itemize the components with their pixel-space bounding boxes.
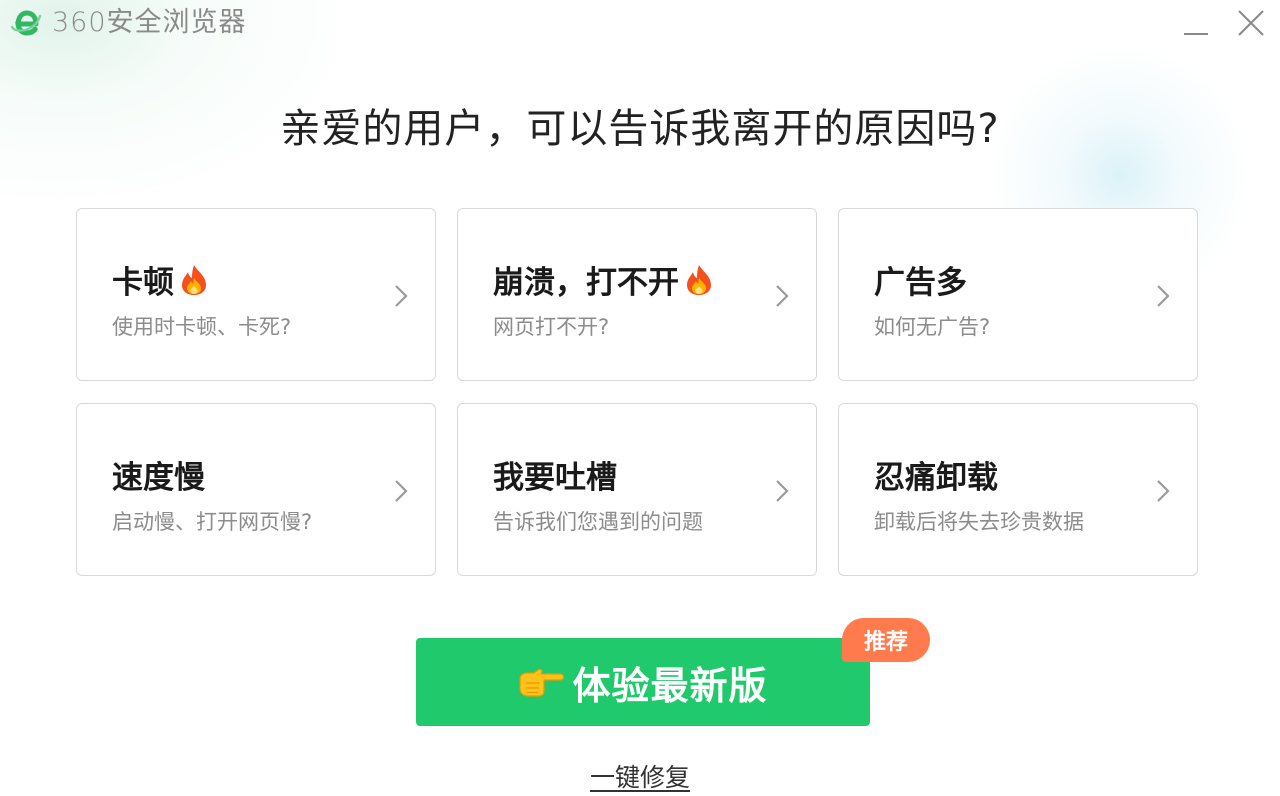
fire-icon — [687, 264, 711, 295]
chevron-right-icon — [1157, 285, 1170, 307]
reason-desc: 如何无广告? — [874, 315, 991, 339]
page-title: 亲爱的用户，可以告诉我离开的原因吗? — [280, 106, 1000, 152]
recommend-badge: 推荐 — [842, 618, 930, 662]
title-bar: 360安全浏览器 — [0, 0, 1280, 46]
reason-title: 广告多 — [874, 265, 967, 301]
reason-card-feedback[interactable]: 我要吐槽 告诉我们您遇到的问题 — [457, 403, 817, 576]
cta-label: 体验最新版 — [572, 663, 768, 708]
chevron-right-icon — [395, 480, 408, 502]
chevron-right-icon — [776, 480, 789, 502]
reason-card-uninstall[interactable]: 忍痛卸载 卸载后将失去珍贵数据 — [838, 403, 1198, 576]
reason-title: 我要吐槽 — [493, 460, 617, 496]
reason-desc: 卸载后将失去珍贵数据 — [874, 510, 1084, 534]
reason-title: 崩溃，打不开 — [493, 265, 679, 301]
uninstall-survey-window: 360安全浏览器 亲爱的用户，可以告诉我离开的原因吗? 卡顿 使用时卡顿、卡死? — [0, 0, 1280, 796]
app-title: 360安全浏览器 — [52, 7, 247, 38]
reason-title: 速度慢 — [112, 460, 205, 496]
reason-desc: 告诉我们您遇到的问题 — [493, 510, 703, 534]
reason-desc: 网页打不开? — [493, 315, 610, 339]
reason-card-crash[interactable]: 崩溃，打不开 网页打不开? — [457, 208, 817, 381]
reason-title: 卡顿 — [112, 265, 174, 301]
fire-icon — [182, 264, 206, 295]
reason-grid: 卡顿 使用时卡顿、卡死? 崩溃，打不开 网页打不开? 广告多 如何无广告? 速度… — [76, 208, 1198, 576]
pointing-hand-icon — [519, 668, 565, 697]
reason-card-lag[interactable]: 卡顿 使用时卡顿、卡死? — [76, 208, 436, 381]
chevron-right-icon — [1157, 480, 1170, 502]
reason-desc: 启动慢、打开网页慢? — [112, 510, 313, 534]
reason-title: 忍痛卸载 — [874, 460, 998, 496]
minimize-icon[interactable] — [1178, 6, 1214, 40]
chevron-right-icon — [776, 285, 789, 307]
reason-desc: 使用时卡顿、卡死? — [112, 315, 292, 339]
one-click-repair-link[interactable]: 一键修复 — [590, 763, 690, 792]
reason-card-ads[interactable]: 广告多 如何无广告? — [838, 208, 1198, 381]
try-latest-version-button[interactable]: 体验最新版 — [416, 638, 870, 726]
browser-e-logo-icon — [10, 10, 42, 36]
close-icon[interactable] — [1232, 6, 1268, 40]
reason-card-slow[interactable]: 速度慢 启动慢、打开网页慢? — [76, 403, 436, 576]
chevron-right-icon — [395, 285, 408, 307]
